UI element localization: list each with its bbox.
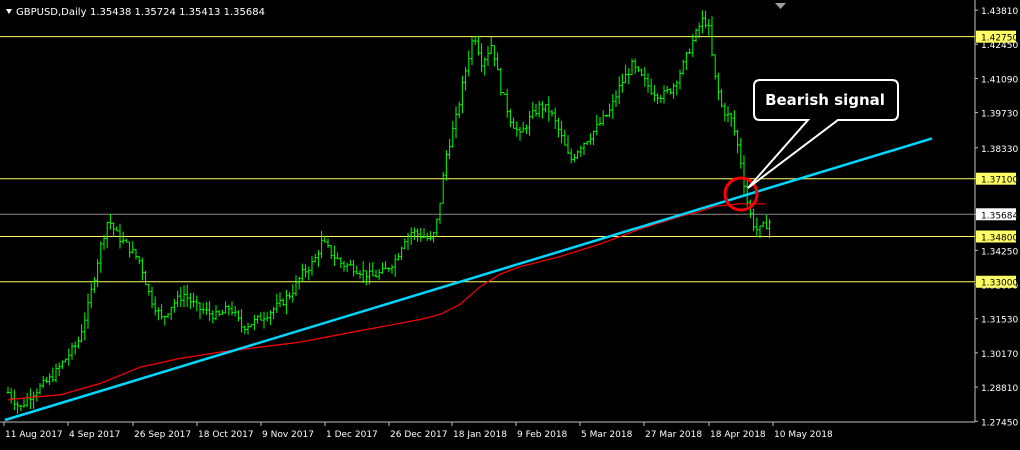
time-tick-label: 1 Dec 2017: [326, 430, 378, 440]
time-tick-label: 27 Mar 2018: [645, 430, 702, 440]
price-tick-label: 1.31530: [981, 316, 1018, 326]
level-label: 1.33000: [981, 279, 1018, 289]
price-tick-label: 1.28810: [981, 384, 1018, 394]
time-tick-label: 26 Dec 2017: [390, 430, 448, 440]
chart-window[interactable]: 1.438101.424501.410901.397301.383301.371…: [0, 0, 1020, 446]
symbol-label: GBPUSD,Daily: [16, 7, 87, 18]
time-tick-label: 9 Nov 2017: [262, 430, 314, 440]
level-label: 1.42750: [981, 34, 1018, 44]
time-tick-label: 18 Oct 2017: [198, 430, 254, 440]
level-label: 1.34800: [981, 234, 1018, 244]
time-tick-label: 18 Apr 2018: [710, 430, 766, 440]
callout-text: Bearish signal: [765, 91, 885, 109]
time-tick-label: 5 Mar 2018: [581, 430, 633, 440]
price-tick-label: 1.43810: [981, 7, 1018, 17]
time-tick-label: 11 Aug 2017: [5, 430, 63, 440]
price-tick-label: 1.27450: [981, 418, 1018, 428]
price-tick-label: 1.41090: [981, 75, 1018, 85]
time-tick-label: 18 Jan 2018: [453, 430, 507, 440]
level-label: 1.37100: [981, 176, 1018, 186]
price-tick-label: 1.30170: [981, 350, 1018, 360]
time-tick-label: 4 Sep 2017: [69, 430, 120, 440]
chart-background: [0, 0, 1020, 446]
price-tick-label: 1.34250: [981, 247, 1018, 257]
time-tick-label: 9 Feb 2018: [517, 430, 568, 440]
price-tick-label: 1.39730: [981, 110, 1018, 120]
price-tick-label: 1.38330: [981, 145, 1018, 155]
time-tick-label: 26 Sep 2017: [134, 430, 191, 440]
time-tick-label: 10 May 2018: [774, 430, 833, 440]
current-price-label: 1.35684: [981, 211, 1018, 221]
ohlc-values: 1.35438 1.35724 1.35413 1.35684: [90, 7, 265, 18]
price-chart[interactable]: 1.438101.424501.410901.397301.383301.371…: [0, 0, 1020, 446]
